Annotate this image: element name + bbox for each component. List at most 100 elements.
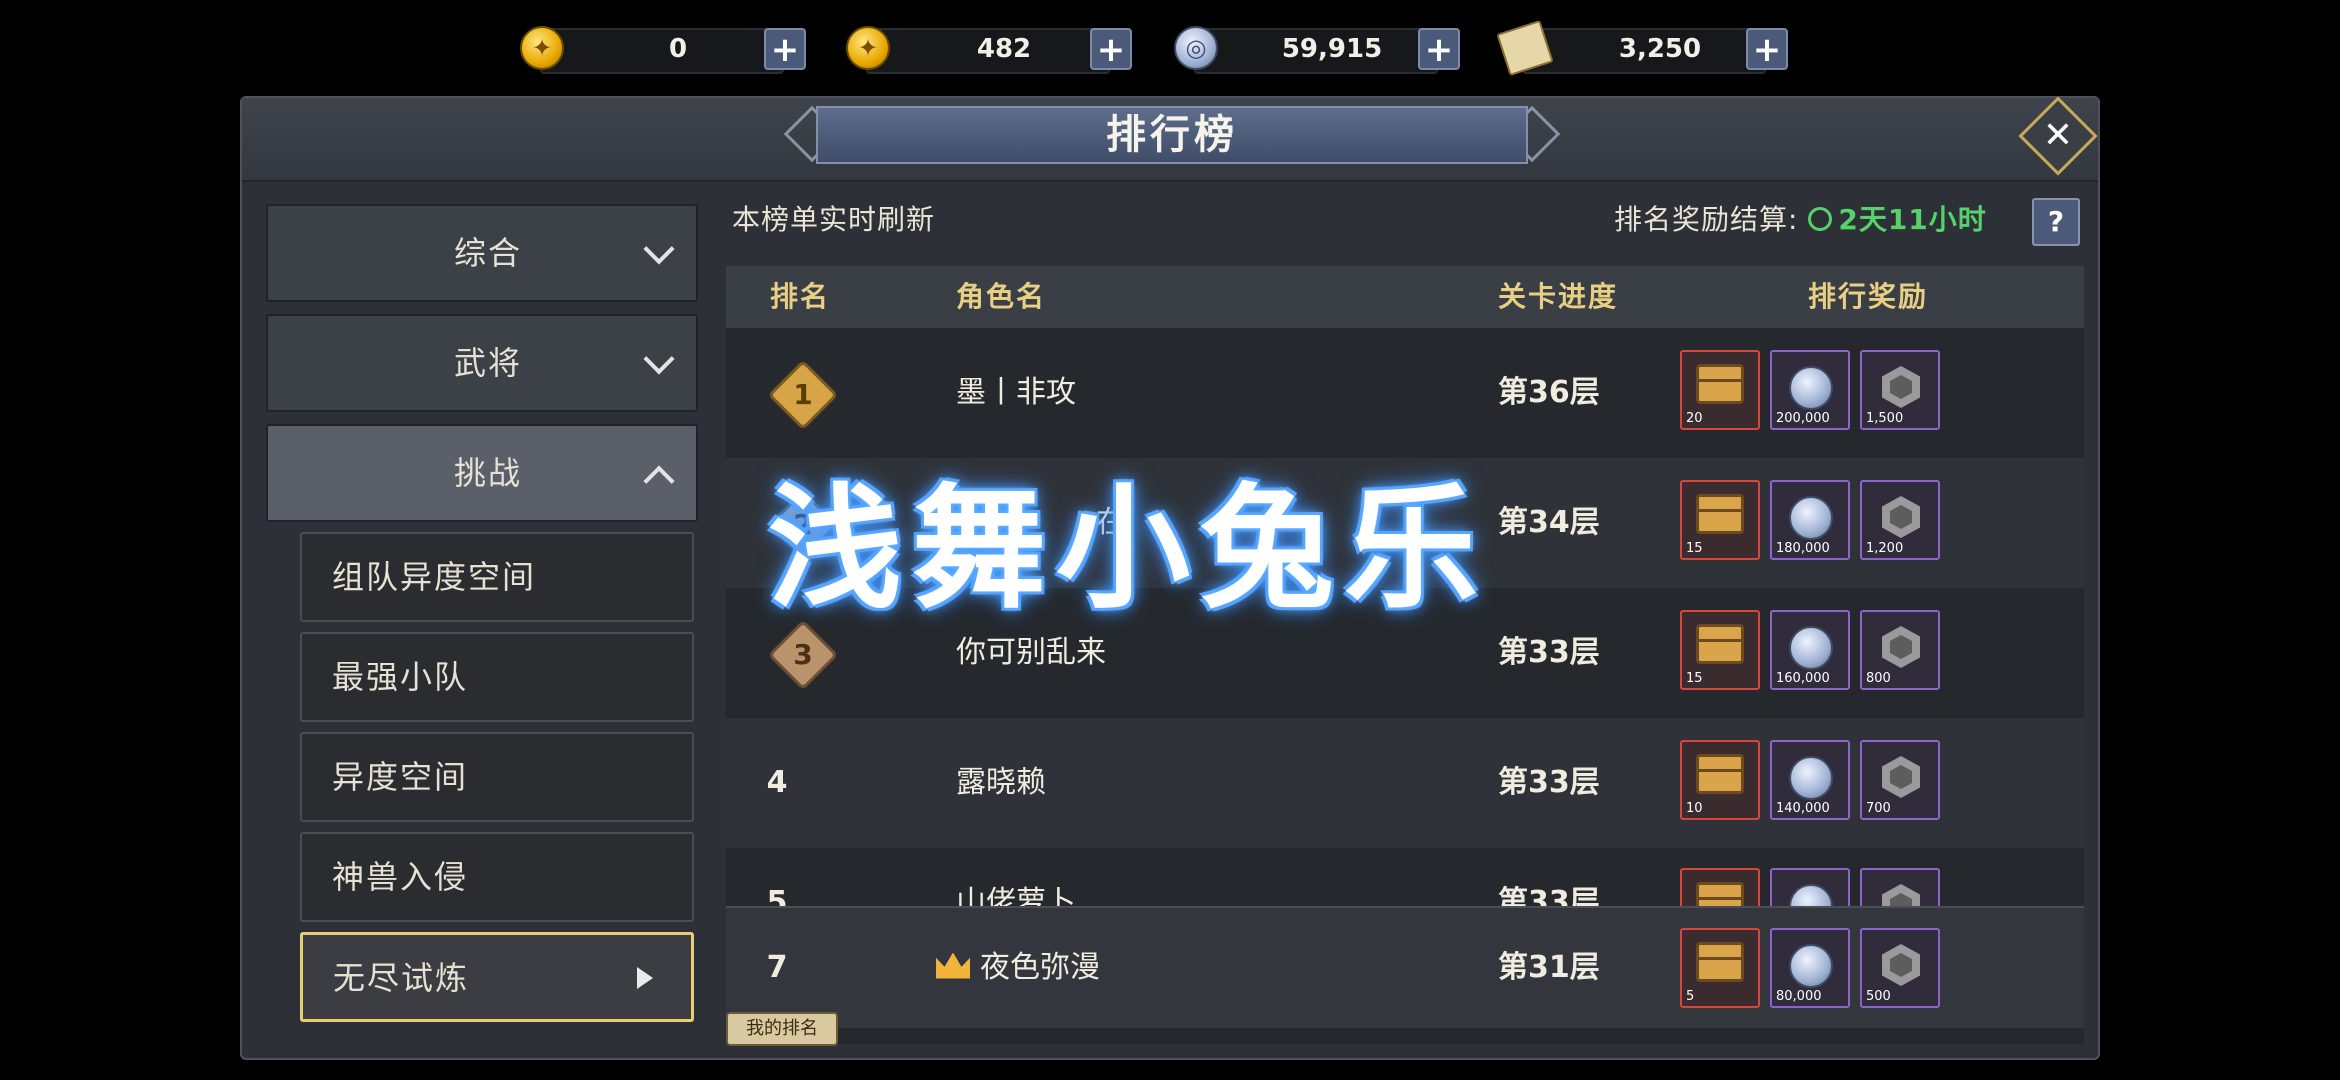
column-header-rank: 排名 <box>770 280 831 313</box>
reward-qty: 800 <box>1866 671 1891 686</box>
reward-gem[interactable]: 1,500 <box>1860 350 1940 430</box>
floor-progress: 第33层 <box>1498 765 1600 800</box>
reward-silver[interactable] <box>1770 868 1850 906</box>
category-label: 综合 <box>453 234 522 272</box>
rank-medal-gold-icon: 1 <box>767 359 839 431</box>
reward-silver[interactable]: 200,000 <box>1770 350 1850 430</box>
currency-gold-2: ✦ 482 + <box>844 26 1134 74</box>
close-button[interactable]: ✕ <box>2018 96 2098 176</box>
reward-gem[interactable] <box>1860 868 1940 906</box>
hexagon-gem-icon <box>1882 884 1920 906</box>
player-name: 露晓赖 <box>956 765 1046 800</box>
reward-qty: 15 <box>1686 541 1703 556</box>
rank-number: 1 <box>793 378 813 411</box>
gold-coin-icon: ✦ <box>520 26 564 70</box>
sidebar-item-dimension[interactable]: 异度空间 <box>300 732 694 822</box>
help-button[interactable]: ? <box>2032 198 2080 246</box>
table-row[interactable]: 4 露晓赖 第33层 10 140,000 700 <box>726 718 2084 848</box>
table-header: 排名 角色名 关卡进度 排行奖励 <box>726 266 2084 328</box>
gold-coin-icon: ✦ <box>846 26 890 70</box>
sidebar-item-beast-invasion[interactable]: 神兽入侵 <box>300 832 694 922</box>
category-overall[interactable]: 综合 <box>266 204 698 302</box>
silver-coin-icon <box>1789 884 1833 906</box>
play-arrow-icon <box>637 967 653 989</box>
reward-qty: 80,000 <box>1776 989 1822 1004</box>
reward-qty: 140,000 <box>1776 801 1830 816</box>
treasure-chest-icon <box>1696 624 1744 664</box>
reward-silver[interactable]: 80,000 <box>1770 928 1850 1008</box>
player-name-wrap: 夜色弥漫 <box>936 908 1100 1028</box>
treasure-chest-icon <box>1696 754 1744 794</box>
sidebar-item-label: 神兽入侵 <box>332 858 469 896</box>
currency-value: 3,250 <box>1618 34 1702 64</box>
reward-chest[interactable]: 15 <box>1680 480 1760 560</box>
add-currency-button[interactable]: + <box>1746 28 1788 70</box>
add-currency-button[interactable]: + <box>1418 28 1460 70</box>
sidebar-item-team-dimension[interactable]: 组队异度空间 <box>300 532 694 622</box>
rank-number: 3 <box>793 638 813 671</box>
reward-qty: 5 <box>1686 989 1695 1004</box>
currency-value: 482 <box>976 34 1032 64</box>
treasure-chest-icon <box>1696 882 1744 906</box>
add-currency-button[interactable]: + <box>764 28 806 70</box>
table-row[interactable]: 1 墨丨非攻 第36层 20 200,000 1,500 <box>726 328 2084 458</box>
floor-progress: 第36层 <box>1498 375 1600 410</box>
reward-gem[interactable]: 700 <box>1860 740 1940 820</box>
settlement-info: 排名奖励结算: 2天11小时 <box>1614 198 1987 238</box>
sidebar-item-label: 异度空间 <box>332 758 469 796</box>
reward-qty: 15 <box>1686 671 1703 686</box>
silver-coin-icon <box>1789 366 1833 410</box>
reward-chest[interactable]: 10 <box>1680 740 1760 820</box>
reward-chest[interactable]: 20 <box>1680 350 1760 430</box>
reward-chest[interactable]: 15 <box>1680 610 1760 690</box>
hexagon-gem-icon <box>1882 756 1920 798</box>
reward-chest[interactable]: 5 <box>1680 928 1760 1008</box>
category-label: 挑战 <box>453 454 522 492</box>
settlement-label: 排名奖励结算: <box>1614 203 1799 236</box>
table-row[interactable]: 5 山佬萝卜 第33层 <box>726 848 2084 906</box>
silver-coin-icon <box>1789 944 1833 988</box>
hexagon-gem-icon <box>1882 496 1920 538</box>
category-generals[interactable]: 武将 <box>266 314 698 412</box>
sidebar-item-strongest-squad[interactable]: 最强小队 <box>300 632 694 722</box>
floor-progress: 第34层 <box>1498 505 1600 540</box>
treasure-chest-icon <box>1696 942 1744 982</box>
floor-progress: 第33层 <box>1498 885 1600 906</box>
reward-qty: 10 <box>1686 801 1703 816</box>
reward-gem[interactable]: 500 <box>1860 928 1940 1008</box>
hexagon-gem-icon <box>1882 366 1920 408</box>
panel-header: 排行榜 ✕ <box>242 96 2098 182</box>
reward-silver[interactable]: 140,000 <box>1770 740 1850 820</box>
category-challenge[interactable]: 挑战 <box>266 424 698 522</box>
crown-icon <box>936 952 970 979</box>
my-rank-row[interactable]: 7 夜色弥漫 第31层 5 80,000 500 <box>726 906 2084 1028</box>
column-header-progress: 关卡进度 <box>1498 280 1619 313</box>
reward-silver[interactable]: 160,000 <box>1770 610 1850 690</box>
reward-gem[interactable]: 1,200 <box>1860 480 1940 560</box>
reward-qty: 700 <box>1866 801 1891 816</box>
refresh-note: 本榜单实时刷新 <box>732 203 936 236</box>
reward-silver[interactable]: 180,000 <box>1770 480 1850 560</box>
sidebar-item-endless-trial[interactable]: 无尽试炼 <box>300 932 694 1022</box>
treasure-chest-icon <box>1696 494 1744 534</box>
player-name: 夜色弥漫 <box>980 950 1100 985</box>
sidebar-item-label: 组队异度空间 <box>332 558 537 596</box>
add-currency-button[interactable]: + <box>1090 28 1132 70</box>
my-rank-tag: 我的排名 <box>726 1012 838 1046</box>
reward-gem[interactable]: 800 <box>1860 610 1940 690</box>
currency-silver: ◎ 59,915 + <box>1172 26 1462 74</box>
treasure-chest-icon <box>1696 364 1744 404</box>
reward-qty: 500 <box>1866 989 1891 1004</box>
close-icon: ✕ <box>2042 115 2074 156</box>
hexagon-gem-icon <box>1882 944 1920 986</box>
currency-value: 0 <box>668 34 688 64</box>
currency-value: 59,915 <box>1281 34 1383 64</box>
reward-qty: 180,000 <box>1776 541 1830 556</box>
settlement-timer: 2天11小时 <box>1808 203 1986 236</box>
silver-coin-icon <box>1789 626 1833 670</box>
reward-chest[interactable] <box>1680 868 1760 906</box>
settlement-time: 2天11小时 <box>1838 203 1987 236</box>
watermark-text: 浅舞小兔乐 <box>768 471 1489 627</box>
clock-icon <box>1808 207 1833 231</box>
hexagon-gem-icon <box>1882 626 1920 668</box>
